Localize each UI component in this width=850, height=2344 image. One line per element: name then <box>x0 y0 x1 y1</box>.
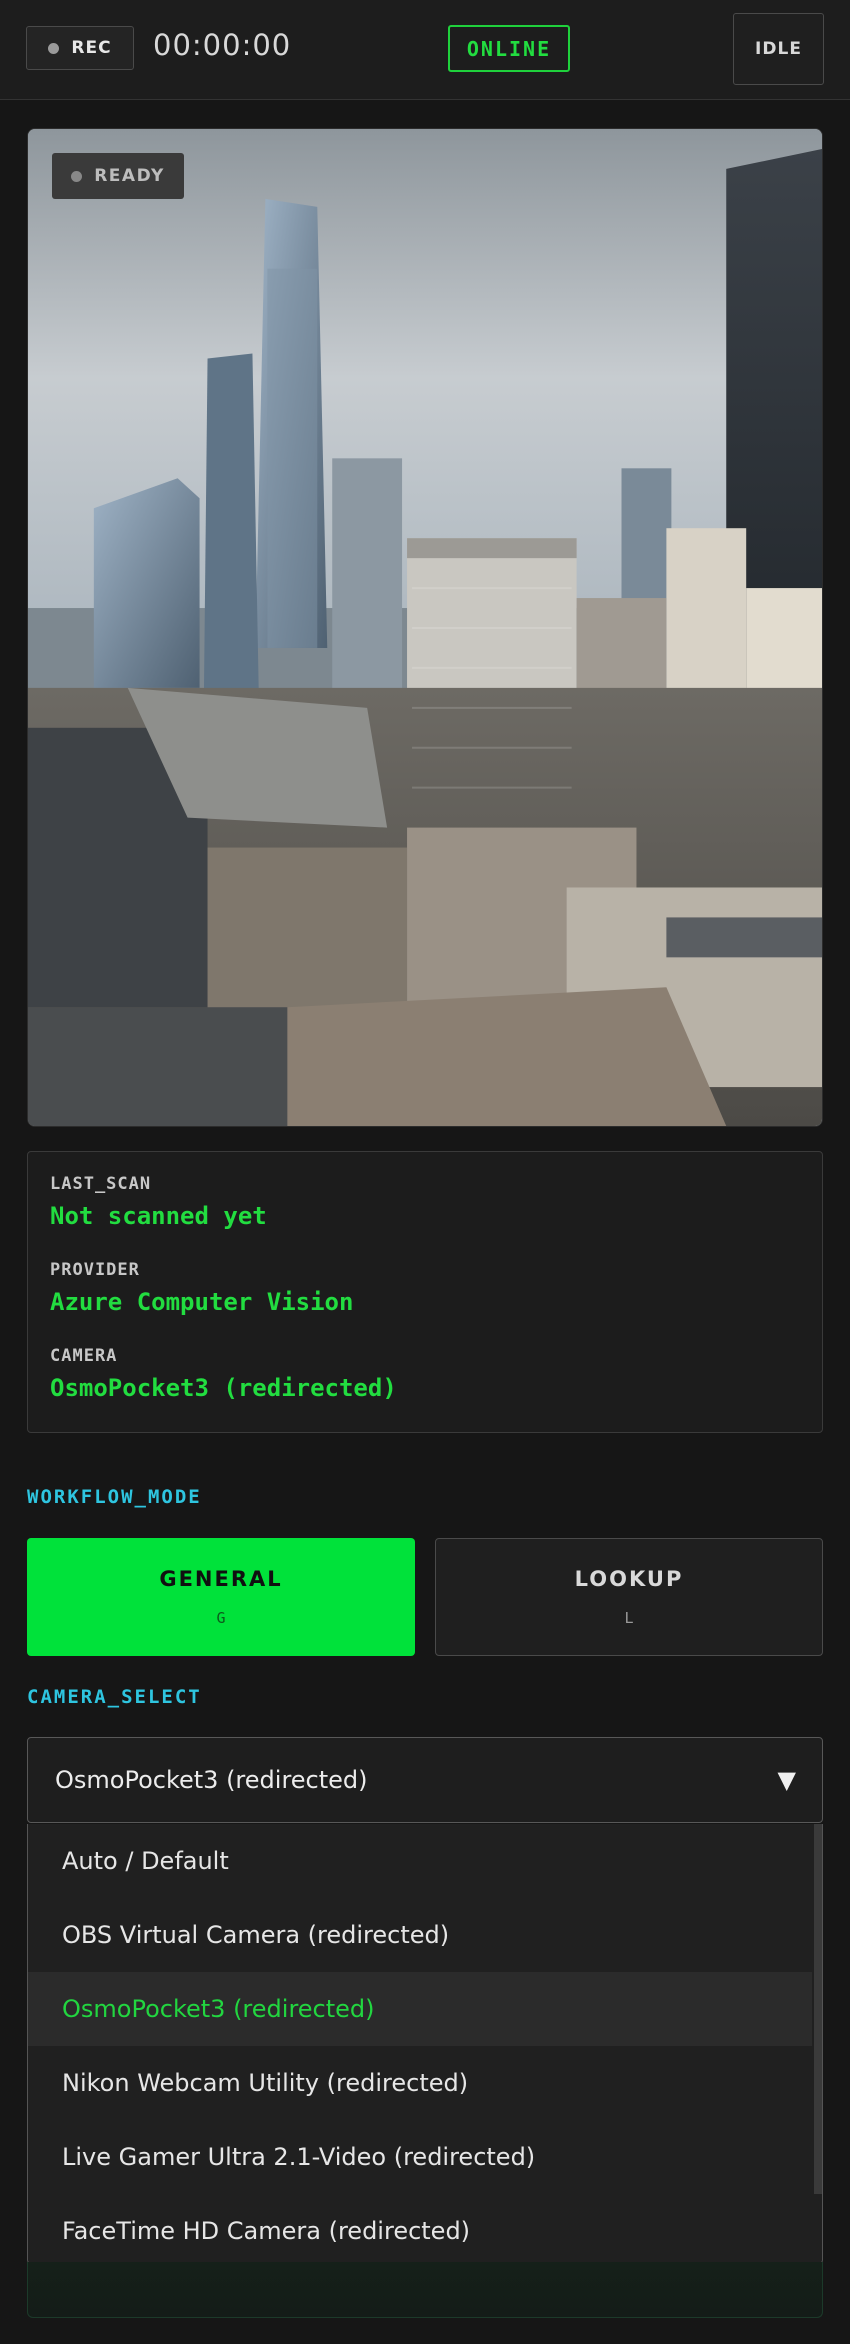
camera-select[interactable]: OsmoPocket3 (redirected) ▼ <box>27 1737 823 1823</box>
mode-lookup-title: LOOKUP <box>574 1567 684 1591</box>
dropdown-option[interactable]: OBS Virtual Camera (redirected) <box>28 1898 812 1972</box>
record-dot-icon <box>48 42 60 54</box>
provider-label: PROVIDER <box>50 1260 140 1280</box>
camera-value: OsmoPocket3 (redirected) <box>50 1374 397 1402</box>
camera-feed-image <box>28 129 822 1126</box>
chevron-down-icon: ▼ <box>777 1766 796 1794</box>
last-scan-value: Not scanned yet <box>50 1202 267 1230</box>
bottom-panel <box>27 2262 823 2318</box>
dropdown-option[interactable]: Auto / Default <box>28 1824 812 1898</box>
mode-general-button[interactable]: GENERAL G <box>27 1538 415 1656</box>
record-label: REC <box>71 38 112 58</box>
dropdown-option[interactable]: FaceTime HD Camera (redirected) <box>28 2194 812 2263</box>
recording-timer: 00:00:00 <box>153 28 292 62</box>
idle-status-button[interactable]: IDLE <box>733 13 824 85</box>
camera-preview: READY <box>27 128 823 1127</box>
dropdown-option[interactable]: Nikon Webcam Utility (redirected) <box>28 2046 812 2120</box>
mode-lookup-button[interactable]: LOOKUP L <box>435 1538 823 1656</box>
scan-info-panel: LAST_SCAN Not scanned yet PROVIDER Azure… <box>27 1151 823 1433</box>
camera-select-label: CAMERA_SELECT <box>27 1686 202 1708</box>
camera-select-value: OsmoPocket3 (redirected) <box>55 1766 368 1794</box>
mode-general-title: GENERAL <box>159 1567 283 1591</box>
camera-dropdown-list: Auto / Default OBS Virtual Camera (redir… <box>27 1824 823 2264</box>
provider-value: Azure Computer Vision <box>50 1288 354 1316</box>
record-button[interactable]: REC <box>26 26 134 70</box>
ready-status-badge: READY <box>52 153 184 199</box>
camera-label: CAMERA <box>50 1346 118 1366</box>
ready-label: READY <box>94 166 165 186</box>
workflow-mode-label: WORKFLOW_MODE <box>27 1486 202 1508</box>
top-bar: REC 00:00:00 ONLINE IDLE <box>0 0 850 100</box>
mode-general-shortcut: G <box>216 1609 226 1627</box>
mode-lookup-shortcut: L <box>624 1609 634 1627</box>
connection-status-badge: ONLINE <box>448 25 570 72</box>
dropdown-scrollbar[interactable] <box>814 1824 822 2194</box>
dropdown-option-selected[interactable]: OsmoPocket3 (redirected) <box>28 1972 812 2046</box>
last-scan-label: LAST_SCAN <box>50 1174 152 1194</box>
status-dot-icon <box>71 170 83 182</box>
dropdown-option[interactable]: Live Gamer Ultra 2.1-Video (redirected) <box>28 2120 812 2194</box>
